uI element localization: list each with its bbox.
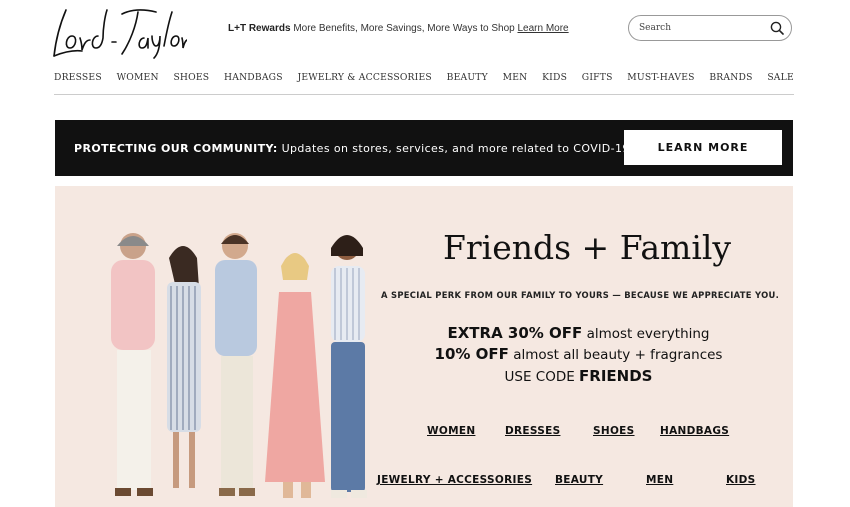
banner-text: Updates on stores, services, and more re… xyxy=(281,142,634,155)
hero-title: Friends + Family xyxy=(443,228,732,267)
promo-code-label: USE CODE xyxy=(504,369,575,385)
nav-item-handbags[interactable]: HANDBAGS xyxy=(224,72,283,92)
nav-item-gifts[interactable]: GIFTS xyxy=(582,72,613,92)
promo-code-line: USE CODE FRIENDS xyxy=(381,367,776,385)
offer-1-text: almost everything xyxy=(586,326,710,342)
banner-message: PROTECTING OUR COMMUNITY: Updates on sto… xyxy=(74,142,634,155)
nav-item-women[interactable]: WOMEN xyxy=(117,72,159,92)
hero-link-men[interactable]: MEN xyxy=(646,474,673,486)
hero-link-beauty[interactable]: BEAUTY xyxy=(555,474,603,486)
main-nav: DRESSES WOMEN SHOES HANDBAGS JEWELRY & A… xyxy=(54,72,794,92)
banner-heading: PROTECTING OUR COMMUNITY: xyxy=(74,142,278,155)
hero-link-shoes[interactable]: SHOES xyxy=(593,425,635,437)
offer-line-1: EXTRA 30% OFF almost everything xyxy=(381,324,776,342)
nav-item-brands[interactable]: BRANDS xyxy=(709,72,752,92)
search-input[interactable] xyxy=(639,20,759,36)
rewards-text: More Benefits, More Savings, More Ways t… xyxy=(293,23,515,34)
offer-1-highlight: EXTRA 30% OFF xyxy=(447,324,583,342)
offer-2-text: almost all beauty + fragrances xyxy=(513,347,723,363)
promo-code: FRIENDS xyxy=(579,367,653,385)
group-photo xyxy=(111,233,367,498)
hero-link-kids[interactable]: KIDS xyxy=(726,474,756,486)
hero-link-women[interactable]: WOMEN xyxy=(427,425,475,437)
rewards-title: L+T Rewards xyxy=(228,23,291,34)
nav-item-kids[interactable]: KIDS xyxy=(542,72,567,92)
nav-item-sale[interactable]: SALE xyxy=(767,72,794,92)
friends-family-hero[interactable]: Friends + Family A SPECIAL PERK FROM OUR… xyxy=(55,186,793,507)
offer-2-highlight: 10% OFF xyxy=(434,345,509,363)
rewards-promo: L+T Rewards More Benefits, More Savings,… xyxy=(228,23,569,34)
rewards-learn-more-link[interactable]: Learn More xyxy=(517,23,568,34)
lord-and-taylor-logo[interactable] xyxy=(52,6,187,60)
nav-item-shoes[interactable]: SHOES xyxy=(173,72,209,92)
hero-link-handbags[interactable]: HANDBAGS xyxy=(660,425,729,437)
nav-item-jewelry-accessories[interactable]: JEWELRY & ACCESSORIES xyxy=(297,72,431,92)
learn-more-button[interactable]: LEARN MORE xyxy=(624,130,782,165)
nav-item-dresses[interactable]: DRESSES xyxy=(54,72,102,92)
hero-subtitle: A SPECIAL PERK FROM OUR FAMILY TO YOURS … xyxy=(381,290,780,300)
covid-banner: PROTECTING OUR COMMUNITY: Updates on sto… xyxy=(55,120,793,176)
hero-link-dresses[interactable]: DRESSES xyxy=(505,425,560,437)
search-icon[interactable] xyxy=(770,21,784,35)
nav-item-must-haves[interactable]: MUST-HAVES xyxy=(627,72,694,92)
nav-divider xyxy=(54,94,794,95)
search-box[interactable] xyxy=(628,15,792,41)
hero-link-jewelry-accessories[interactable]: JEWELRY + ACCESSORIES xyxy=(377,474,532,486)
nav-item-beauty[interactable]: BEAUTY xyxy=(447,72,488,92)
nav-item-men[interactable]: MEN xyxy=(503,72,528,92)
offer-line-2: 10% OFF almost all beauty + fragrances xyxy=(381,345,776,363)
